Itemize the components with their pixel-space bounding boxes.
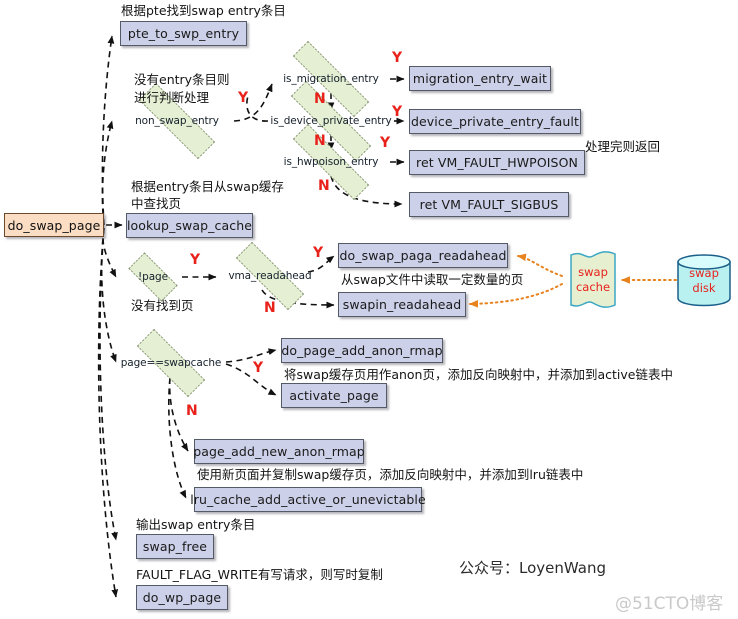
- node-swap-free[interactable]: swap_free: [136, 534, 214, 559]
- node-label: do_wp_page: [142, 590, 222, 605]
- annotation-no-entry-line2: 进行判断处理: [134, 90, 210, 105]
- wave-shape: [570, 251, 616, 308]
- annotation-swapcache-as-anon: 将swap缓存页用作anon页，添加反向映射中，并添加到active链表中: [284, 367, 673, 382]
- decision-vma-readahead[interactable]: vma_readahead: [218, 242, 322, 310]
- node-ret-vm-fault-sigbus[interactable]: ret VM_FAULT_SIGBUS: [409, 192, 569, 217]
- branch-label-y-hwpoison: Y: [380, 135, 391, 151]
- branch-label-y-non-swap-entry: Y: [238, 90, 249, 106]
- annotation-read-pages-from-swapfile: 从swap文件中读取一定数量的页: [341, 272, 524, 287]
- annotation-lookup-cache-line2: 中查找页: [131, 196, 182, 211]
- decision-label: vma_readahead: [228, 270, 312, 282]
- branch-label-y-migration: Y: [392, 50, 403, 66]
- storage-swap-disk[interactable]: swap disk: [676, 253, 732, 307]
- annotation-no-entry-line1: 没有entry条目则: [134, 72, 230, 87]
- node-do-wp-page[interactable]: do_wp_page: [136, 585, 228, 610]
- node-label: pte_to_swp_entry: [127, 26, 240, 41]
- node-lookup-swap-cache[interactable]: lookup_swap_cache: [126, 213, 253, 238]
- node-label: ret VM_FAULT_HWPOISON: [416, 155, 578, 170]
- annotation-page-not-found: 没有找到页: [131, 298, 194, 313]
- annotation-new-page-copy: 使用新页面并复制swap缓存页，添加反向映射中，并添加到lru链表中: [197, 467, 584, 482]
- decision-is-hwpoison-entry[interactable]: is_hwpoison_entry: [270, 124, 392, 200]
- branch-label-n-device-private: N: [314, 133, 326, 149]
- branch-label-n-page-eq-swapcache: N: [186, 403, 198, 419]
- decision-label: page==swapcache: [120, 357, 222, 369]
- branch-label-y-vma-readahead: Y: [313, 245, 324, 261]
- brand-text: 公众号：LoyenWang: [459, 559, 606, 577]
- node-label: lookup_swap_cache: [126, 218, 253, 233]
- decision-is-migration-entry[interactable]: is_migration_entry: [270, 41, 392, 117]
- decision-label: is_device_private_entry: [270, 115, 392, 127]
- node-activate-page[interactable]: activate_page: [281, 383, 387, 408]
- cylinder-shape: [677, 254, 731, 307]
- flowchart-canvas: is_migration_entry --> migration_entry_w…: [0, 0, 738, 619]
- node-label: migration_entry_wait: [412, 71, 548, 86]
- node-swapin-readahead[interactable]: swapin_readahead: [338, 292, 466, 317]
- node-do-swap-page[interactable]: do_swap_page: [4, 213, 104, 237]
- node-label: device_private_entry_fault: [410, 114, 579, 129]
- annotation-fault-flag-write: FAULT_FLAG_WRITE有写请求，则写时复制: [136, 567, 383, 582]
- annotation-output-swap-entry: 输出swap entry条目: [136, 517, 256, 532]
- node-label: swapin_readahead: [342, 297, 462, 312]
- decision-label: !page: [138, 271, 168, 283]
- node-migration-entry-wait[interactable]: migration_entry_wait: [409, 66, 551, 91]
- watermark-text: @51CTO博客: [615, 594, 724, 614]
- annotation-pte-lookup: 根据pte找到swap entry条目: [121, 3, 286, 18]
- branch-label-y-device-private: Y: [392, 104, 403, 120]
- branch-label-y-not-page: Y: [190, 252, 201, 268]
- node-lru-cache-add-active-or-unevictable[interactable]: lru_cache_add_active_or_unevictable: [190, 487, 426, 512]
- node-label: do_swap_page: [7, 217, 101, 233]
- decision-label: is_migration_entry: [283, 73, 379, 85]
- node-pte-to-swp-entry[interactable]: pte_to_swp_entry: [120, 21, 247, 46]
- node-label: activate_page: [289, 388, 379, 403]
- branch-label-y-page-eq-swapcache: Y: [253, 360, 264, 376]
- storage-swap-cache[interactable]: swap cache: [562, 249, 624, 311]
- decision-label: is_hwpoison_entry: [283, 156, 379, 168]
- decision-label: non_swap_entry: [135, 115, 219, 127]
- annotation-lookup-cache-line1: 根据entry条目从swap缓存: [131, 179, 284, 194]
- branch-label-n-migration: N: [314, 91, 326, 107]
- decision-page-eq-swapcache[interactable]: page==swapcache: [120, 329, 222, 397]
- node-ret-vm-fault-hwpoison[interactable]: ret VM_FAULT_HWPOISON: [409, 150, 585, 175]
- node-label: page_add_new_anon_rmap: [193, 444, 365, 459]
- node-device-private-entry-fault[interactable]: device_private_entry_fault: [409, 109, 581, 134]
- node-label: lru_cache_add_active_or_unevictable: [190, 492, 426, 507]
- node-label: swap_free: [142, 539, 208, 554]
- node-label: do_page_add_anon_rmap: [281, 343, 443, 358]
- decision-not-page[interactable]: !page: [120, 252, 186, 302]
- branch-label-n-hwpoison: N: [318, 178, 330, 194]
- branch-label-n-vma-readahead: N: [264, 300, 276, 316]
- annotation-return-after-handle: 处理完则返回: [585, 139, 661, 154]
- node-label: do_swap_paga_readahead: [339, 248, 507, 263]
- node-page-add-new-anon-rmap[interactable]: page_add_new_anon_rmap: [193, 439, 365, 464]
- node-do-swap-paga-readahead[interactable]: do_swap_paga_readahead: [338, 243, 508, 268]
- node-do-page-add-anon-rmap[interactable]: do_page_add_anon_rmap: [281, 338, 443, 363]
- node-label: ret VM_FAULT_SIGBUS: [419, 197, 559, 212]
- decision-is-device-private-entry[interactable]: is_device_private_entry: [266, 81, 396, 161]
- decision-non-swap-entry[interactable]: non_swap_entry: [118, 83, 236, 159]
